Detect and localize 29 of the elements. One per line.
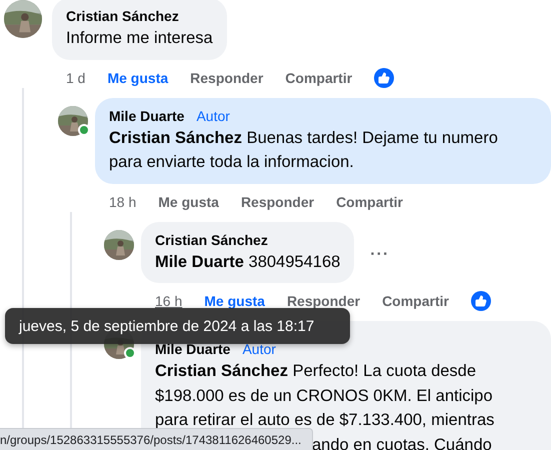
reply-link[interactable]: Responder	[286, 293, 360, 309]
comment-text: Mile Duarte 3804954168	[155, 252, 340, 270]
author-label: Autor	[242, 341, 276, 357]
timestamp-link[interactable]: 16 h	[155, 293, 182, 309]
like-link[interactable]: Me gusta	[107, 70, 168, 86]
share-link[interactable]: Compartir	[285, 70, 352, 86]
comment-text: para retirar el auto es de $7.133.400, mientras	[155, 411, 494, 429]
status-bar-url: n/groups/152863315555376/posts/1743811626460529...	[0, 428, 313, 450]
reply-link[interactable]: Responder	[240, 194, 314, 210]
author-name[interactable]: Cristian Sánchez	[66, 8, 179, 24]
comment-text: Informe me interesa	[66, 29, 213, 47]
comment-text: Cristian Sánchez Perfecto! La cuota desde	[155, 362, 476, 380]
like-link[interactable]: Me gusta	[158, 194, 219, 210]
author-name[interactable]: Mile Duarte	[155, 341, 230, 357]
comment-text: ando en cuotas. Cuándo	[312, 436, 492, 450]
reply-link[interactable]: Responder	[190, 70, 264, 86]
more-options-button[interactable]: ···	[370, 246, 390, 264]
date-tooltip: jueves, 5 de septiembre de 2024 a las 18:17	[5, 308, 350, 344]
author-name[interactable]: Mile Duarte	[109, 108, 184, 124]
share-link[interactable]: Compartir	[336, 194, 403, 210]
comment-text: Cristian Sánchez Buenas tardes! Dejame tu numero	[109, 128, 498, 146]
comment-text: $198.000 es de un CRONOS 0KM. El anticipo	[155, 386, 493, 404]
author-name[interactable]: Cristian Sánchez	[155, 232, 268, 248]
like-link[interactable]: Me gusta	[204, 293, 265, 309]
comment-text: para enviarte toda la informacion.	[109, 153, 354, 171]
share-link[interactable]: Compartir	[382, 293, 449, 309]
timestamp-link[interactable]: 1 d	[66, 70, 86, 86]
timestamp-link[interactable]: 18 h	[109, 194, 136, 210]
author-label: Autor	[196, 108, 230, 124]
